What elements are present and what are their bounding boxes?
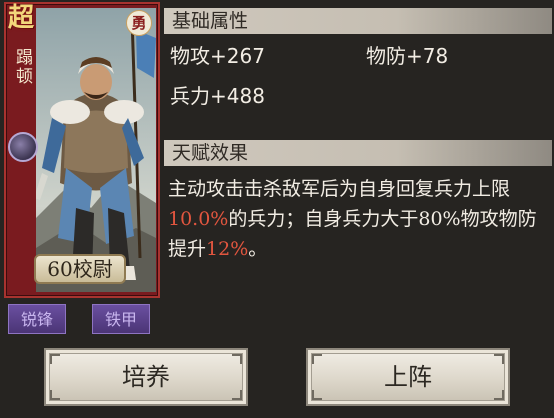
level-rank-plate: 60校尉 (34, 254, 126, 284)
skill-tag-1[interactable]: 锐锋 (8, 304, 66, 334)
stat-value: +267 (210, 44, 265, 68)
deploy-button-label: 上阵 (384, 363, 432, 391)
train-button[interactable]: 培养 (44, 348, 248, 406)
talent-highlight-2: 12% (206, 238, 249, 260)
trait-badge: 勇 (126, 10, 152, 36)
rarity-badge: 超 (7, 3, 34, 33)
talent-description: 主动攻击击杀敌军后为自身回复兵力上限10.0%的兵力；自身兵力大于80%物攻物防… (168, 174, 548, 264)
skill-tag-2[interactable]: 铁甲 (92, 304, 150, 334)
hero-name: 蹋顿 (12, 48, 32, 86)
deploy-button[interactable]: 上阵 (306, 348, 510, 406)
stat-physical-attack: 物攻+267 (170, 42, 265, 70)
talent-header: 天赋效果 (164, 140, 552, 166)
card-sidebar: 超 蹋顿 (8, 3, 38, 294)
train-button-label: 培养 (122, 363, 170, 391)
stat-value: +78 (406, 44, 449, 68)
stat-physical-defense: 物防+78 (366, 42, 448, 70)
talent-text-part-1: 主动攻击击杀敌军后为自身回复兵力上限 (168, 178, 511, 200)
faction-emblem-icon (8, 132, 38, 162)
stat-label: 物攻 (170, 44, 210, 68)
hero-card[interactable]: 超 蹋顿 勇 60校尉 (4, 2, 160, 298)
stat-troops: 兵力+488 (170, 82, 265, 110)
talent-highlight-1: 10.0% (168, 208, 229, 230)
stat-label: 物防 (366, 44, 406, 68)
attributes-header: 基础属性 (164, 8, 552, 34)
talent-text-part-3: 。 (248, 238, 268, 260)
stat-value: +488 (210, 84, 265, 108)
stat-label: 兵力 (170, 84, 210, 108)
hero-portrait (36, 8, 156, 292)
